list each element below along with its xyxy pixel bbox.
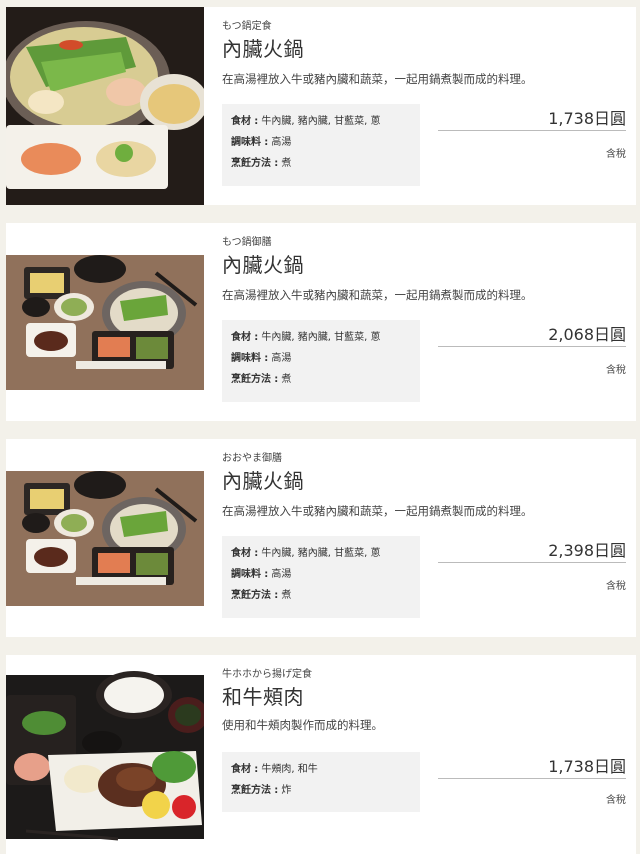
dish-price: 2,398日圓 [548, 541, 626, 560]
dish-description: 在高湯裡放入牛或豬內臟和蔬菜，一起用鍋煮製而成的料理。 [222, 72, 533, 86]
dish-info-box: 食材 : 牛內臟, 豬內臟, 甘藍菜, 蔥 調味料 : 高湯 烹飪方法 : 煮 [222, 320, 420, 402]
tax-note: 含稅 [606, 795, 626, 806]
dish-title[interactable]: 內臟火鍋 [222, 465, 304, 494]
dish-subtitle: もつ鍋御膳 [222, 237, 272, 248]
dish-photo-gyuhoho-karaage-set[interactable] [6, 655, 204, 854]
tax-note: 含稅 [606, 149, 626, 160]
dish-subtitle: 牛ホホから揚げ定食 [222, 669, 312, 680]
info-ingredients: 食材 : 牛內臟, 豬內臟, 甘藍菜, 蔥 [231, 116, 381, 127]
dish-info-box: 食材 : 牛內臟, 豬內臟, 甘藍菜, 蔥 調味料 : 高湯 烹飪方法 : 煮 [222, 104, 420, 186]
dish-price: 1,738日圓 [548, 109, 626, 128]
dish-info-box: 食材 : 牛內臟, 豬內臟, 甘藍菜, 蔥 調味料 : 高湯 烹飪方法 : 煮 [222, 536, 420, 618]
dish-price: 2,068日圓 [548, 325, 626, 344]
dish-price: 1,738日圓 [548, 757, 626, 776]
menu-card[interactable]: 牛ホホから揚げ定食 和牛頰肉 使用和牛頰肉製作而成的料理。 食材 : 牛頰肉, … [6, 655, 636, 854]
dish-title[interactable]: 內臟火鍋 [222, 33, 304, 62]
info-ingredients: 食材 : 牛內臟, 豬內臟, 甘藍菜, 蔥 [231, 548, 381, 559]
price-divider [438, 130, 626, 131]
info-ingredients: 食材 : 牛內臟, 豬內臟, 甘藍菜, 蔥 [231, 332, 381, 343]
info-cooking-method: 烹飪方法 : 煮 [231, 158, 292, 169]
dish-description: 在高湯裡放入牛或豬內臟和蔬菜，一起用鍋煮製而成的料理。 [222, 504, 533, 518]
dish-info-box: 食材 : 牛頰肉, 和牛 烹飪方法 : 炸 [222, 752, 420, 812]
dish-photo-motsunabe-set[interactable] [6, 7, 204, 205]
dish-subtitle: おおやま御膳 [222, 453, 282, 464]
price-divider [438, 778, 626, 779]
dish-photo-motsunabe-gozen[interactable] [6, 223, 204, 421]
info-seasoning: 調味料 : 高湯 [231, 137, 292, 148]
tax-note: 含稅 [606, 365, 626, 376]
price-divider [438, 346, 626, 347]
tax-note: 含稅 [606, 581, 626, 592]
dish-description: 在高湯裡放入牛或豬內臟和蔬菜，一起用鍋煮製而成的料理。 [222, 288, 533, 302]
info-cooking-method: 烹飪方法 : 煮 [231, 590, 292, 601]
dish-title[interactable]: 和牛頰肉 [222, 681, 304, 710]
dish-description: 使用和牛頰肉製作而成的料理。 [222, 718, 383, 732]
menu-card[interactable]: おおやま御膳 內臟火鍋 在高湯裡放入牛或豬內臟和蔬菜，一起用鍋煮製而成的料理。 … [6, 439, 636, 637]
dish-photo-oyama-gozen[interactable] [6, 439, 204, 637]
info-cooking-method: 烹飪方法 : 炸 [231, 785, 292, 796]
dish-subtitle: もつ鍋定食 [222, 21, 272, 32]
price-divider [438, 562, 626, 563]
info-ingredients: 食材 : 牛頰肉, 和牛 [231, 764, 318, 775]
info-cooking-method: 烹飪方法 : 煮 [231, 374, 292, 385]
menu-card[interactable]: もつ鍋御膳 內臟火鍋 在高湯裡放入牛或豬內臟和蔬菜，一起用鍋煮製而成的料理。 食… [6, 223, 636, 421]
menu-card[interactable]: もつ鍋定食 內臟火鍋 在高湯裡放入牛或豬內臟和蔬菜，一起用鍋煮製而成的料理。 食… [6, 7, 636, 205]
dish-title[interactable]: 內臟火鍋 [222, 249, 304, 278]
info-seasoning: 調味料 : 高湯 [231, 353, 292, 364]
info-seasoning: 調味料 : 高湯 [231, 569, 292, 580]
